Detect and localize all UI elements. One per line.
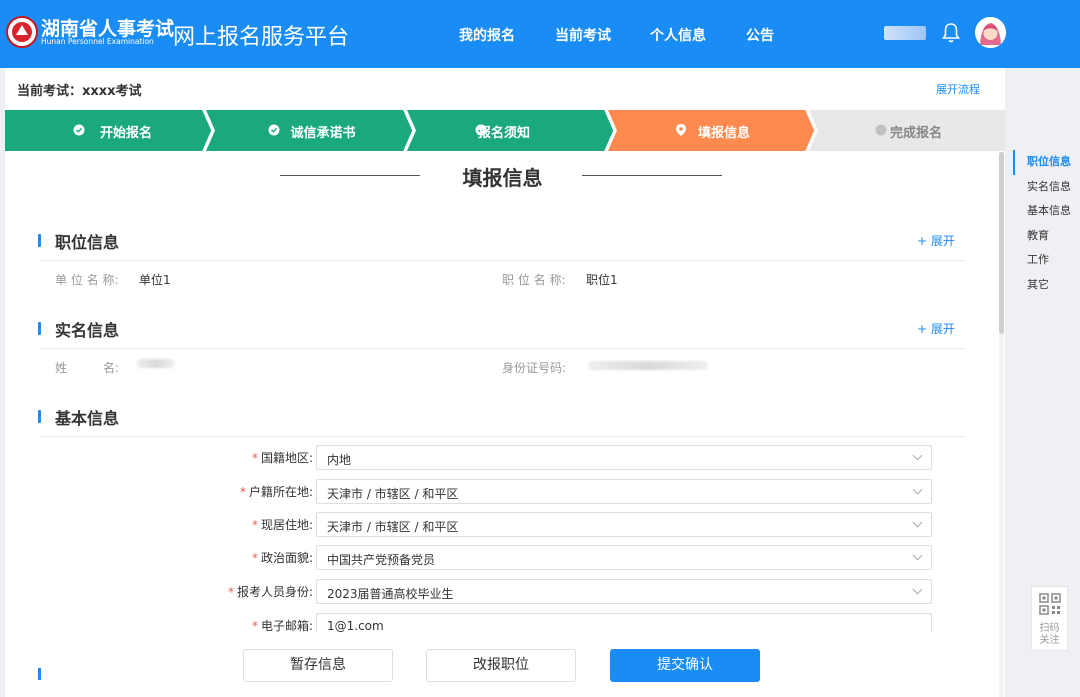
job-name-value: 职位1 [586,273,618,287]
qr-follow-widget[interactable]: 扫码 关注 [1031,586,1068,651]
side-nav-basic[interactable]: 基本信息 [1013,199,1080,224]
required-marker: * [251,551,258,565]
section-side-nav: 职位信息 实名信息 基本信息 教育 工作 其它 [1013,150,1080,297]
form-label-political: * 政治面貌: [251,551,313,565]
form-label-household: * 户籍所在地: [239,485,313,499]
expand-flow-link[interactable]: 展开流程 [936,81,980,97]
logo-title-en: Hunan Personnel Examination [41,37,154,46]
platform-title: 网上报名服务平台 [173,25,350,50]
unit-name-label: 单 位 名 称: [55,273,119,287]
qr-follow-label: 扫码 关注 [1039,623,1060,646]
email-input[interactable]: 1@1.com [316,613,932,633]
title-divider-right [582,175,722,176]
scrollbar[interactable] [999,152,1004,697]
chevron-down-icon [912,517,923,528]
side-nav-other[interactable]: 其它 [1013,273,1080,298]
realname-expand-button[interactable]: + 展开 [917,320,955,337]
bell-icon[interactable] [941,22,961,44]
step-complete: 完成报名 [889,126,942,141]
change-position-button[interactable]: 改报职位 [426,649,576,682]
nav-current-exam[interactable]: 当前考试 [555,25,611,45]
step-fill-info: 填报信息 [697,126,750,141]
step-integrity: 诚信承诺书 [290,126,356,141]
scrollbar-thumb[interactable] [999,152,1004,334]
nationality-select[interactable]: 内地 [316,445,932,470]
chevron-down-icon [912,584,923,595]
section-marker [38,410,41,423]
nav-my-registration[interactable]: 我的报名 [459,25,515,45]
id-number-value-blurred [588,361,708,370]
residence-select[interactable]: 天津市 / 市辖区 / 和平区 [316,512,932,537]
user-name-blurred[interactable] [884,26,926,40]
section-marker [38,234,41,247]
section-divider [40,436,965,437]
avatar[interactable] [975,17,1006,48]
side-nav-work[interactable]: 工作 [1013,248,1080,273]
form-label-nationality: * 国籍地区: [251,451,313,465]
current-exam-label: 当前考试：xxxx考试 [17,84,142,99]
name-label: 姓 名: [55,361,120,375]
nav-personal-info[interactable]: 个人信息 [650,25,706,45]
political-select[interactable]: 中国共产党预备党员 [316,545,932,570]
step-start: 开始报名 [99,126,152,141]
section-title-position: 职位信息 [55,233,120,252]
required-marker: * [251,518,258,532]
household-select[interactable]: 天津市 / 市辖区 / 和平区 [316,479,932,504]
id-number-label: 身份证号码: [502,361,567,375]
required-marker: * [251,451,258,465]
logo-emblem-icon [6,16,38,48]
required-marker: * [239,485,246,499]
page-title: 填报信息 [462,166,543,190]
side-nav-position[interactable]: 职位信息 [1013,150,1080,175]
section-title-realname: 实名信息 [55,321,120,340]
top-header: 湖南省人事考试 Hunan Personnel Examination 网上报名… [0,0,1080,68]
qr-code-icon [1038,593,1061,615]
required-marker: * [251,619,258,633]
main-panel: 当前考试：xxxx考试 展开流程 开始报名 诚信承诺书 报名须知 填报信息 完成… [5,68,1005,697]
form-label-residence: * 现居住地: [251,518,313,532]
form-label-identity: * 报考人员身份: [227,585,313,599]
unit-name-value: 单位1 [139,273,171,287]
save-draft-button[interactable]: 暂存信息 [243,649,393,682]
side-nav-realname[interactable]: 实名信息 [1013,175,1080,200]
submit-button[interactable]: 提交确认 [610,649,760,682]
section-divider [40,260,965,261]
chevron-down-icon [912,484,923,495]
identity-select[interactable]: 2023届普通高校毕业生 [316,579,932,604]
side-nav-education[interactable]: 教育 [1013,224,1080,249]
chevron-down-icon [912,450,923,461]
section-title-basic: 基本信息 [55,409,120,428]
name-value-blurred [137,359,175,368]
section-marker [38,322,41,335]
job-name-label: 职 位 名 称: [502,273,566,287]
section-marker [38,668,41,680]
form-label-email: * 电子邮箱: [251,619,313,633]
position-expand-button[interactable]: + 展开 [917,232,955,249]
section-divider [40,348,965,349]
chevron-down-icon [912,550,923,561]
required-marker: * [227,585,234,599]
nav-announcement[interactable]: 公告 [746,25,774,45]
step-notice: 报名须知 [477,126,530,141]
